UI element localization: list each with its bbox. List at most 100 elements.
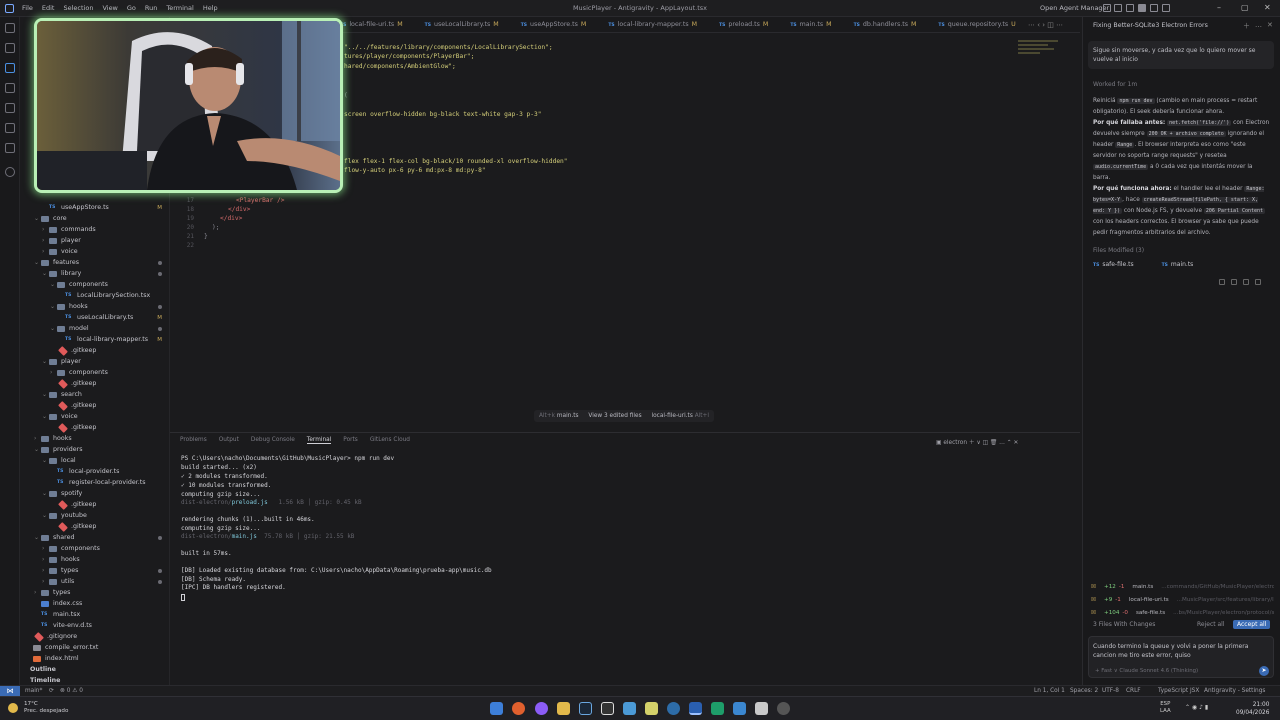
worked-for-label[interactable]: Worked for 1m bbox=[1093, 81, 1137, 88]
close-icon[interactable]: ✕ bbox=[1267, 21, 1273, 29]
modified-file-link[interactable]: TS main.ts bbox=[1162, 261, 1208, 268]
explorer-folder[interactable]: ⌄ shared bbox=[20, 532, 170, 543]
reject-all-button[interactable]: Reject all bbox=[1197, 621, 1225, 628]
menu-view[interactable]: View bbox=[102, 4, 117, 12]
model-selector[interactable]: + Fast ∨ Claude Sonnet 4.6 (Thinking) bbox=[1095, 668, 1198, 674]
explorer-folder[interactable]: › hooks bbox=[20, 554, 170, 565]
gear-icon[interactable] bbox=[1114, 4, 1122, 12]
customize-layout-icon[interactable] bbox=[1162, 4, 1170, 12]
explorer-file[interactable]: .gitignore bbox=[20, 631, 170, 642]
search-icon[interactable] bbox=[5, 43, 15, 53]
explorer-icon[interactable] bbox=[5, 23, 15, 33]
explorer-folder[interactable]: › types bbox=[20, 565, 170, 576]
line-ending[interactable]: CRLF bbox=[1126, 688, 1141, 694]
explorer-file[interactable]: TS useLocalLibrary.ts M bbox=[20, 312, 170, 323]
terminal-cursor[interactable] bbox=[181, 594, 185, 601]
tab-ports[interactable]: Ports bbox=[343, 437, 358, 444]
explorer-file[interactable]: TS register-local-provider.ts bbox=[20, 477, 170, 488]
explorer-folder[interactable]: › components bbox=[20, 367, 170, 378]
changes-count[interactable]: 3 Files With Changes bbox=[1093, 621, 1155, 628]
steam-icon[interactable] bbox=[579, 702, 592, 715]
system-tray[interactable]: ⌃ ◉ ♪ ▮ bbox=[1185, 704, 1208, 711]
editor-tab[interactable]: TS db.handlers.ts M bbox=[854, 21, 917, 28]
antigravity-icon[interactable] bbox=[689, 702, 702, 715]
explorer-folder[interactable]: ⌄ model bbox=[20, 323, 170, 334]
settings-icon[interactable] bbox=[777, 702, 790, 715]
modified-file-link[interactable]: TS safe-file.ts bbox=[1093, 261, 1148, 268]
menu-edit[interactable]: Edit bbox=[42, 4, 55, 12]
explorer-folder[interactable]: › voice bbox=[20, 246, 170, 257]
weather-icon[interactable] bbox=[8, 703, 18, 713]
explorer-file[interactable]: TS useAppStore.ts M bbox=[20, 202, 170, 213]
menu-terminal[interactable]: Terminal bbox=[166, 4, 193, 12]
app-icon[interactable] bbox=[711, 702, 724, 715]
add-icon[interactable]: ＋ bbox=[1243, 21, 1250, 31]
timeline-section[interactable]: Timeline bbox=[30, 677, 60, 684]
sync-icon[interactable]: ⟳ bbox=[49, 688, 54, 694]
explorer-file[interactable]: .gitkeep bbox=[20, 499, 170, 510]
send-button[interactable]: ➤ bbox=[1259, 666, 1269, 676]
explorer-folder[interactable]: ⌄ search bbox=[20, 389, 170, 400]
cursor-position[interactable]: Ln 1, Col 1 bbox=[1034, 688, 1065, 694]
maximize-icon[interactable]: ▢ bbox=[1241, 3, 1249, 12]
editor-tab[interactable]: TS local-library-mapper.ts M bbox=[608, 21, 697, 28]
prev-file-button[interactable]: Alt+k main.ts bbox=[539, 413, 579, 419]
windows-start-icon[interactable] bbox=[490, 702, 503, 715]
changed-file-row[interactable]: ☒ +104 -0 safe-file.ts ...bs/MusicPlayer/ele… bbox=[1088, 606, 1274, 619]
explorer-folder[interactable]: › hooks bbox=[20, 433, 170, 444]
brave-icon[interactable] bbox=[512, 702, 525, 715]
explorer-folder[interactable]: ⌄ features bbox=[20, 257, 170, 268]
menu-selection[interactable]: Selection bbox=[63, 4, 93, 12]
menu-file[interactable]: File bbox=[22, 4, 33, 12]
browser-icon[interactable] bbox=[667, 702, 680, 715]
language-indicator[interactable]: ESP LAA bbox=[1160, 701, 1171, 715]
explorer-folder[interactable]: ⌄ providers bbox=[20, 444, 170, 455]
file-explorer-icon[interactable] bbox=[557, 702, 570, 715]
app-icon[interactable] bbox=[601, 702, 614, 715]
tab-gitlens-cloud[interactable]: GitLens Cloud bbox=[370, 437, 410, 444]
chat-input[interactable]: Cuando termino la queue y volvi a poner … bbox=[1088, 636, 1274, 678]
tab-actions-icon[interactable]: ⋯ ‹ › ◫ ⋯ bbox=[1028, 21, 1063, 29]
explorer-file[interactable]: index.html bbox=[20, 653, 170, 664]
explorer-folder[interactable]: ⌄ local bbox=[20, 455, 170, 466]
explorer-folder[interactable]: › components bbox=[20, 543, 170, 554]
editor-tab[interactable]: TS useAppStore.ts M bbox=[521, 21, 587, 28]
discord-icon[interactable] bbox=[535, 702, 548, 715]
explorer-folder[interactable]: ⌄ core bbox=[20, 213, 170, 224]
explorer-folder[interactable]: › commands bbox=[20, 224, 170, 235]
explorer-file[interactable]: TS LocalLibrarySection.tsx bbox=[20, 290, 170, 301]
tab-problems[interactable]: Problems bbox=[180, 437, 207, 444]
weather-widget[interactable]: 17°C Prec. despejado bbox=[24, 701, 68, 715]
tab-debug-console[interactable]: Debug Console bbox=[251, 437, 295, 444]
app-logo-icon[interactable] bbox=[5, 4, 14, 13]
agent-settings[interactable]: Antigravity - Settings bbox=[1204, 688, 1265, 694]
thumbs-up-icon[interactable] bbox=[1231, 279, 1237, 285]
tab-output[interactable]: Output bbox=[219, 437, 239, 444]
explorer-folder[interactable]: ⌄ components bbox=[20, 279, 170, 290]
next-file-button[interactable]: local-file-uri.ts Alt+l bbox=[652, 413, 710, 419]
clock[interactable]: 21:00 09/04/2026 bbox=[1236, 701, 1269, 717]
explorer-file[interactable]: TS local-provider.ts bbox=[20, 466, 170, 477]
explorer-file[interactable]: TS main.tsx bbox=[20, 609, 170, 620]
explorer-file[interactable]: TS local-library-mapper.ts M bbox=[20, 334, 170, 345]
problems-indicator[interactable]: ⊗ 0 ⚠ 0 bbox=[60, 688, 83, 694]
explorer-folder[interactable]: ⌄ spotify bbox=[20, 488, 170, 499]
photos-icon[interactable] bbox=[623, 702, 636, 715]
view-edited-files-button[interactable]: View 3 edited files bbox=[588, 413, 641, 419]
app-icon[interactable] bbox=[755, 702, 768, 715]
more-icon[interactable] bbox=[1255, 279, 1261, 285]
explorer-file[interactable]: .gitkeep bbox=[20, 378, 170, 389]
encoding[interactable]: UTF-8 bbox=[1102, 688, 1119, 694]
copy-icon[interactable] bbox=[1219, 279, 1225, 285]
search-icon[interactable] bbox=[1103, 4, 1111, 12]
minimize-icon[interactable]: – bbox=[1217, 3, 1221, 12]
explorer-file[interactable]: .gitkeep bbox=[20, 422, 170, 433]
explorer-folder[interactable]: ⌄ hooks bbox=[20, 301, 170, 312]
changed-file-row[interactable]: ☒ +12 -1 main.ts ...commands/GitHub/MusicPla… bbox=[1088, 580, 1274, 593]
language-mode[interactable]: TypeScript JSX bbox=[1158, 688, 1199, 694]
explorer-folder[interactable]: ⌄ youtube bbox=[20, 510, 170, 521]
minimap[interactable] bbox=[1018, 40, 1063, 64]
thumbs-down-icon[interactable] bbox=[1243, 279, 1249, 285]
explorer-folder[interactable]: ⌄ player bbox=[20, 356, 170, 367]
menu-go[interactable]: Go bbox=[127, 4, 136, 12]
